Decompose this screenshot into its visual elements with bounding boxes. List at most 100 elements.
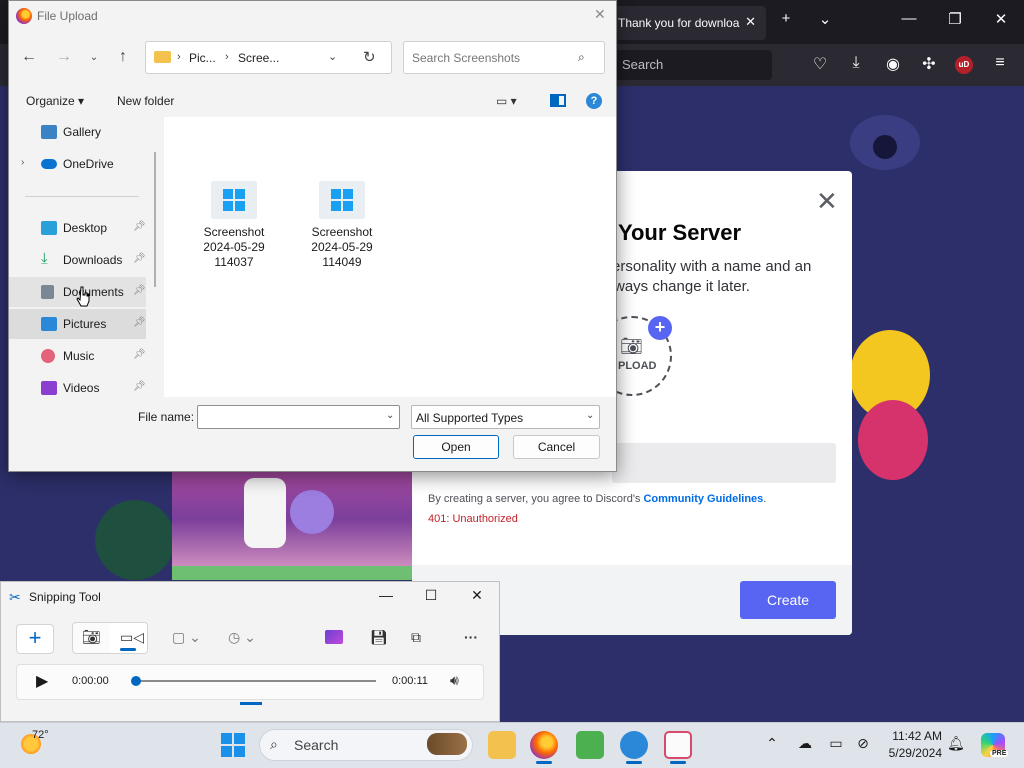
camera-mode-icon[interactable]: 📷︎	[82, 628, 101, 646]
file-type-dropdown-icon[interactable]: ⌄	[586, 410, 594, 421]
network-icon[interactable]: ⊘	[853, 735, 873, 752]
file-name-label: File name:	[138, 410, 195, 424]
nav-item-music[interactable]: Music 📌︎	[9, 341, 146, 371]
create-button[interactable]: Create	[740, 581, 836, 619]
open-button[interactable]: Open	[413, 435, 499, 459]
help-icon[interactable]: ?	[586, 93, 602, 109]
window-minimize-button[interactable]: —	[897, 10, 921, 27]
firefox-icon[interactable]	[530, 731, 558, 759]
seek-bar[interactable]	[136, 680, 376, 682]
clock-time[interactable]: 11:42 AM	[886, 729, 942, 743]
start-button-icon[interactable]	[221, 733, 245, 757]
file-item[interactable]: Screenshot 2024-05-29 114037	[191, 181, 277, 270]
file-explorer-icon[interactable]	[488, 731, 516, 759]
play-icon[interactable]: ▶	[36, 671, 48, 691]
notification-bell-icon[interactable]: 🔔︎	[947, 735, 965, 752]
save-icon[interactable]: 💾︎	[370, 629, 388, 646]
snip-shape-icon[interactable]: ▢ ⌄	[172, 629, 201, 646]
nav-item-downloads[interactable]: ⤓ Downloads 📌︎	[9, 245, 146, 275]
firefox-search-input[interactable]: Search	[612, 50, 772, 80]
view-options-icon[interactable]: ▭ ▾	[496, 94, 517, 108]
nav-item-gallery[interactable]: Gallery	[9, 117, 146, 147]
firefox-tab[interactable]: Thank you for downloa ✕	[612, 6, 766, 40]
modal-title: e Your Server	[600, 220, 742, 245]
show-hidden-icons-chevron-icon[interactable]: ⌃	[762, 735, 782, 752]
back-arrow-icon[interactable]: ←	[19, 48, 39, 66]
recent-locations-chevron-icon[interactable]: ⌄	[84, 52, 104, 63]
preview-pane-icon[interactable]	[550, 94, 566, 107]
pocket-icon[interactable]: ♡	[808, 54, 832, 74]
pin-icon: 📌︎	[133, 253, 146, 264]
window-close-button[interactable]: ✕	[989, 10, 1013, 28]
forward-arrow-icon[interactable]: →	[54, 48, 74, 66]
notepad-app-icon[interactable]	[576, 731, 604, 759]
snipping-tool-icon[interactable]	[664, 731, 692, 759]
nav-item-videos[interactable]: Videos 📌︎	[9, 373, 146, 397]
nav-item-onedrive[interactable]: OneDrive	[9, 149, 146, 179]
display-icon[interactable]: ▭	[826, 735, 846, 752]
file-item[interactable]: Screenshot 2024-05-29 114049	[299, 181, 385, 270]
hand-cursor-icon	[76, 286, 90, 307]
firefox-icon	[16, 8, 32, 24]
new-snip-button[interactable]: +	[16, 624, 54, 654]
ublock-icon[interactable]: uD	[955, 56, 973, 74]
tab-close-icon[interactable]: ✕	[745, 14, 756, 30]
nav-scrollbar[interactable]	[154, 152, 156, 287]
resize-handle[interactable]	[240, 702, 262, 705]
nav-item-pictures[interactable]: Pictures 📌︎	[9, 309, 146, 339]
maps-app-icon[interactable]	[620, 731, 648, 759]
error-message: 401: Unauthorized	[428, 513, 518, 525]
file-name-dropdown-icon[interactable]: ⌄	[386, 410, 394, 421]
volume-icon[interactable]: 🔊︎	[450, 672, 459, 689]
clipchamp-icon[interactable]	[325, 630, 343, 644]
pin-icon: 📌︎	[133, 221, 146, 232]
modal-close-icon[interactable]: ✕	[816, 186, 838, 217]
clock-date[interactable]: 5/29/2024	[880, 746, 942, 760]
new-tab-button[interactable]: +	[774, 10, 798, 27]
server-name-input[interactable]	[612, 443, 836, 483]
camera-icon: 📷︎	[620, 336, 643, 356]
snip-close-button[interactable]: ✕	[467, 587, 487, 604]
tab-list-icon[interactable]: ⌄	[813, 10, 837, 28]
window-restore-button[interactable]: ❐	[943, 10, 967, 28]
active-mode-indicator	[120, 648, 136, 651]
videos-icon	[41, 381, 57, 395]
agreement-text: By creating a server, you agree to Disco…	[428, 493, 767, 505]
community-guidelines-link[interactable]: Community Guidelines	[643, 493, 763, 505]
up-arrow-icon[interactable]: ↑	[113, 48, 133, 66]
snip-maximize-button[interactable]: ☐	[421, 587, 441, 604]
menu-icon[interactable]: ≡	[988, 54, 1012, 72]
file-name-input[interactable]	[197, 405, 400, 429]
address-dropdown-icon[interactable]: ⌄	[328, 50, 337, 63]
video-camera-icon: ▭◁	[120, 629, 144, 645]
nav-item-desktop[interactable]: Desktop 📌︎	[9, 213, 146, 243]
refresh-icon[interactable]: ↻	[363, 48, 376, 66]
new-folder-button[interactable]: New folder	[117, 94, 174, 108]
windows-logo-icon	[223, 189, 245, 211]
nav-divider	[25, 196, 139, 197]
copilot-preview-badge: PRE	[990, 750, 1009, 757]
cloud-offline-icon[interactable]: ☁	[795, 735, 815, 752]
breadcrumb-screenshots[interactable]: Scree...	[238, 51, 279, 65]
more-options-icon[interactable]: ···	[464, 629, 478, 645]
dialog-close-icon[interactable]: ✕	[594, 6, 606, 23]
extensions-icon[interactable]: ✣	[917, 54, 941, 74]
upload-plus-icon[interactable]: +	[648, 316, 672, 340]
running-indicator	[626, 761, 642, 764]
copy-icon[interactable]: ⧉	[411, 629, 421, 646]
taskbar-search-label: Search	[294, 737, 339, 753]
search-screenshots-input[interactable]: Search Screenshots	[403, 41, 605, 74]
seek-handle[interactable]	[131, 676, 141, 686]
file-type-select[interactable]: All Supported Types	[411, 405, 600, 429]
music-icon	[41, 349, 55, 363]
decorative-plant	[95, 500, 175, 580]
organize-menu[interactable]: Organize ▾	[26, 94, 84, 108]
search-icon: ⌕	[270, 736, 278, 752]
download-icon[interactable]: ⤓	[844, 54, 868, 72]
snip-minimize-button[interactable]: —	[376, 587, 396, 603]
cancel-button[interactable]: Cancel	[513, 435, 600, 459]
breadcrumb-pictures[interactable]: Pic...	[189, 51, 216, 65]
expand-chevron-icon[interactable]: ›	[21, 157, 24, 168]
account-icon[interactable]: ◉	[881, 54, 905, 74]
delay-timer-icon[interactable]: ◷ ⌄	[228, 629, 256, 646]
